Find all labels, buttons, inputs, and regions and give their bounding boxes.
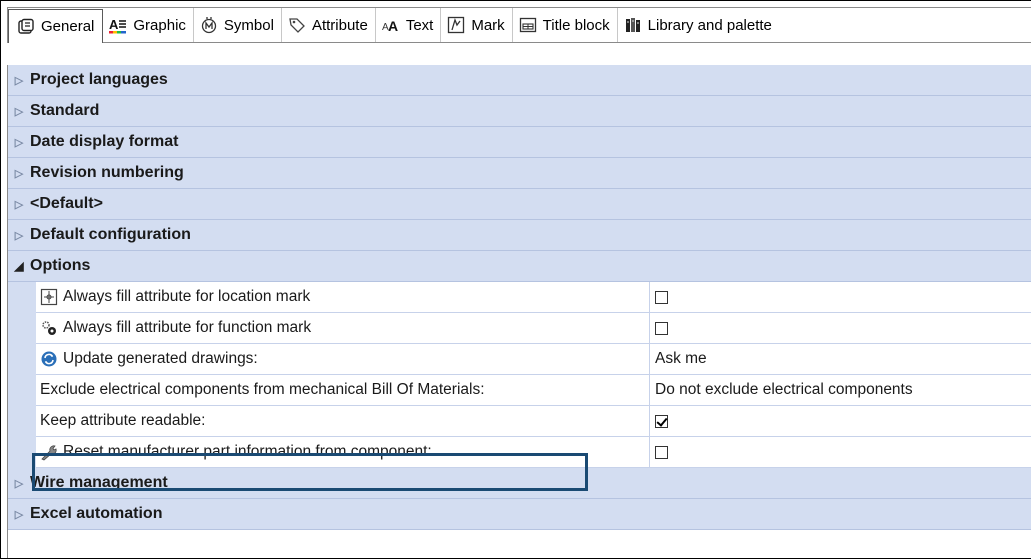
option-value: Ask me	[655, 350, 707, 367]
expand-arrow-icon[interactable]: ▷	[8, 229, 30, 242]
tab-mark[interactable]: Mark	[441, 8, 513, 42]
graphic-icon: A	[109, 16, 127, 34]
expand-arrow-icon[interactable]: ▷	[8, 508, 30, 521]
symbol-icon	[200, 16, 218, 34]
section-default[interactable]: ▷ <Default>	[8, 189, 1031, 220]
tab-label: Mark	[471, 16, 505, 34]
tab-library-and-palette[interactable]: Library and palette	[618, 8, 779, 42]
section-revision-numbering[interactable]: ▷ Revision numbering	[8, 158, 1031, 189]
section-label: Standard	[30, 102, 100, 119]
tab-label: Library and palette	[647, 16, 772, 34]
section-wire-management[interactable]: ▷ Wire management	[8, 468, 1031, 499]
expand-arrow-icon[interactable]: ▷	[8, 477, 30, 490]
section-label: Default configuration	[30, 226, 191, 243]
title-block-icon	[519, 16, 537, 34]
library-icon	[624, 16, 642, 34]
tab-graphic[interactable]: A Graphic	[103, 8, 194, 42]
section-project-languages[interactable]: ▷ Project languages	[8, 65, 1031, 96]
section-date-display-format[interactable]: ▷ Date display format	[8, 127, 1031, 158]
section-label: Excel automation	[30, 505, 163, 522]
property-grid: ▷ Project languages ▷ Standard ▷ Date di…	[7, 65, 1031, 558]
tab-label: General	[41, 18, 95, 35]
section-label: Date display format	[30, 133, 179, 150]
option-row-reset-manufacturer: Reset manufacturer part information from…	[8, 437, 1031, 468]
option-label: Exclude electrical components from mecha…	[40, 381, 485, 398]
tab-text[interactable]: AA Text	[376, 8, 442, 42]
tab-label: Text	[405, 16, 434, 34]
text-icon: AA	[382, 16, 400, 34]
mark-icon	[447, 16, 465, 34]
section-label: Revision numbering	[30, 164, 184, 181]
reset-manufacturer-checkbox[interactable]	[655, 445, 668, 459]
expand-arrow-icon[interactable]: ▷	[8, 198, 30, 211]
section-label: Wire management	[30, 474, 168, 491]
option-row-exclude-electrical: Exclude electrical components from mecha…	[8, 375, 1031, 406]
attribute-tag-icon	[288, 16, 306, 34]
option-row-location-mark: Always fill attribute for location mark	[8, 282, 1031, 313]
tab-label: Title block	[542, 16, 610, 34]
expand-arrow-icon[interactable]: ▷	[8, 74, 30, 87]
location-mark-checkbox[interactable]	[655, 290, 668, 304]
general-icon	[17, 18, 35, 36]
section-label: Options	[30, 257, 91, 274]
option-row-update-drawings: Update generated drawings: Ask me	[8, 344, 1031, 375]
exclude-electrical-value[interactable]: Do not exclude electrical components	[650, 375, 1031, 406]
tab-label: Graphic	[133, 16, 186, 34]
gears-icon	[40, 319, 58, 337]
expand-arrow-icon[interactable]: ▷	[8, 105, 30, 118]
option-value: Do not exclude electrical components	[655, 381, 913, 398]
tab-bar: General A Graphic Symbol Attribute AA Te…	[7, 7, 1031, 43]
option-row-function-mark: Always fill attribute for function mark	[8, 313, 1031, 344]
expand-arrow-icon[interactable]: ▷	[8, 136, 30, 149]
section-default-configuration[interactable]: ▷ Default configuration	[8, 220, 1031, 251]
section-excel-automation[interactable]: ▷ Excel automation	[8, 499, 1031, 530]
properties-window: General A Graphic Symbol Attribute AA Te…	[0, 0, 1031, 559]
tab-label: Symbol	[223, 16, 274, 34]
option-label: Always fill attribute for function mark	[63, 319, 312, 336]
tab-symbol[interactable]: Symbol	[194, 8, 282, 42]
svg-text:A: A	[109, 17, 119, 32]
tab-general[interactable]: General	[8, 9, 104, 43]
keep-attribute-readable-checkbox[interactable]	[655, 414, 668, 428]
section-options[interactable]: ◢ Options	[8, 251, 1031, 282]
function-mark-checkbox[interactable]	[655, 321, 668, 335]
section-label: Project languages	[30, 71, 168, 88]
wrench-icon	[40, 443, 58, 461]
update-drawings-value[interactable]: Ask me	[650, 344, 1031, 375]
refresh-icon	[40, 350, 58, 368]
option-row-keep-attribute-readable: Keep attribute readable:	[8, 406, 1031, 437]
collapse-arrow-icon[interactable]: ◢	[8, 259, 30, 273]
option-label: Reset manufacturer part information from…	[63, 443, 432, 460]
section-label: <Default>	[30, 195, 103, 212]
option-label: Always fill attribute for location mark	[63, 288, 311, 305]
location-mark-icon	[40, 288, 58, 306]
svg-text:A: A	[388, 18, 398, 34]
option-label: Keep attribute readable:	[40, 412, 206, 429]
section-standard[interactable]: ▷ Standard	[8, 96, 1031, 127]
tab-title-block[interactable]: Title block	[513, 8, 618, 42]
option-label: Update generated drawings:	[63, 350, 258, 367]
tab-attribute[interactable]: Attribute	[282, 8, 376, 42]
tab-label: Attribute	[311, 16, 368, 34]
expand-arrow-icon[interactable]: ▷	[8, 167, 30, 180]
